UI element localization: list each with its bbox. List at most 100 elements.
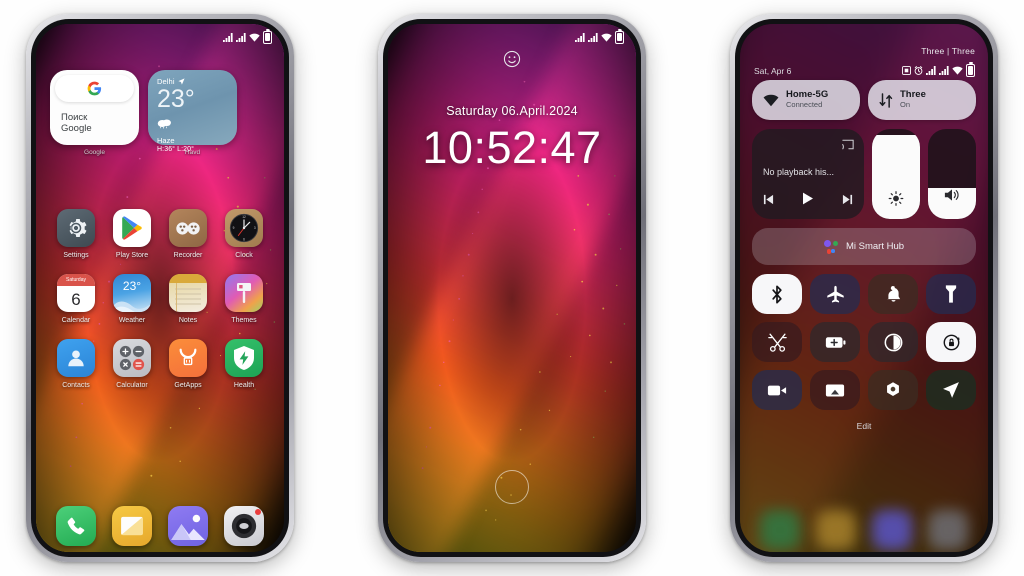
blurred-dock-icon <box>928 510 968 550</box>
smiley-face-icon[interactable] <box>503 50 521 73</box>
airplane-icon <box>826 285 844 303</box>
getapps-icon <box>169 339 207 377</box>
toggle-camera[interactable] <box>868 370 918 410</box>
play-icon[interactable] <box>802 192 814 210</box>
blurred-dock <box>752 510 976 550</box>
camera-icon[interactable] <box>224 506 264 546</box>
signal-bars-icon <box>588 32 598 42</box>
rotation-lock-icon <box>943 334 960 350</box>
skip-next-icon[interactable] <box>842 192 853 210</box>
control-center-status-bar: Sat, Apr 6 <box>754 62 975 77</box>
wifi-icon <box>249 33 260 42</box>
gallery-icon[interactable] <box>168 506 208 546</box>
toggle-location[interactable] <box>926 370 976 410</box>
app-health[interactable]: Health <box>216 339 272 389</box>
google-g-icon <box>87 81 102 96</box>
app-label: Health <box>233 382 255 389</box>
cast-icon[interactable] <box>842 137 854 155</box>
recorder-icon <box>169 209 207 247</box>
fingerprint-icon[interactable] <box>495 470 529 504</box>
app-label: Themes <box>231 317 257 324</box>
google-search-pill[interactable] <box>55 75 134 102</box>
scissors-icon <box>767 333 787 352</box>
home-screen[interactable]: Поиск Google Google Delhi 23° Haze H:36°… <box>36 24 284 552</box>
lock-screen[interactable]: Saturday 06.April.2024 10:52:47 <box>388 24 636 552</box>
phone-bezel: Saturday 06.April.2024 10:52:47 <box>383 19 641 557</box>
phone-device-control-center: Three | Three Sat, Apr 6 Home-5G Connect… <box>730 14 998 562</box>
volume-slider[interactable] <box>928 129 976 219</box>
wifi-icon <box>601 33 612 42</box>
control-center-screen[interactable]: Three | Three Sat, Apr 6 Home-5G Connect… <box>740 24 988 552</box>
signal-bars-icon <box>926 66 936 75</box>
svg-text:6: 6 <box>243 238 245 242</box>
widget-google[interactable]: Поиск Google Google <box>50 70 139 156</box>
app-calculator[interactable]: Calculator <box>104 339 160 389</box>
screen-capture-icon <box>902 66 911 75</box>
edit-button[interactable]: Edit <box>752 421 976 431</box>
google-assistant-icon <box>823 239 838 254</box>
mobile-data-status: On <box>900 100 911 110</box>
toggle-flashlight[interactable] <box>926 274 976 314</box>
svg-text:9: 9 <box>233 226 235 230</box>
app-notes[interactable]: Notes <box>160 274 216 324</box>
battery-icon <box>615 28 624 44</box>
app-label: Recorder <box>173 252 203 259</box>
google-search-label: Поиск Google <box>61 111 92 134</box>
phone-icon[interactable] <box>56 506 96 546</box>
app-label: Play Store <box>115 252 149 259</box>
app-label: Contacts <box>62 382 90 389</box>
app-clock[interactable]: 12 3 6 9 Clock <box>216 209 272 259</box>
home-content: Поиск Google Google Delhi 23° Haze H:36°… <box>36 24 284 552</box>
google-search-widget[interactable]: Поиск Google <box>50 70 139 145</box>
toggle-dark-mode[interactable] <box>868 322 918 362</box>
camera-shutter-icon <box>887 382 899 396</box>
quick-toggle-grid <box>752 274 976 410</box>
smart-hub-bar[interactable]: Mi Smart Hub <box>752 228 976 265</box>
app-label: Notes <box>178 317 198 324</box>
app-calendar[interactable]: Saturday 6 Calendar <box>48 274 104 324</box>
messages-icon[interactable] <box>112 506 152 546</box>
weather-widget[interactable]: Delhi 23° Haze H:36° L:20° <box>148 70 237 153</box>
battery-icon <box>966 62 975 77</box>
bluetooth-icon <box>772 284 782 304</box>
weather-temperature: 23° <box>157 85 195 113</box>
mobile-data-tile[interactable]: Three On <box>868 80 976 120</box>
toggle-rotation-lock[interactable] <box>926 322 976 362</box>
status-bar <box>36 24 284 50</box>
lock-clock: 10:52:47 <box>422 122 602 173</box>
weather-icon-temp: 23° <box>122 279 142 293</box>
toggle-airplane-mode[interactable] <box>810 274 860 314</box>
app-settings[interactable]: Settings <box>48 209 104 259</box>
toggle-ringer[interactable] <box>868 274 918 314</box>
flashlight-icon <box>945 285 957 303</box>
app-getapps[interactable]: GetApps <box>160 339 216 389</box>
blurred-dock-icon <box>872 510 912 550</box>
toggle-screen-record[interactable] <box>752 370 802 410</box>
bell-icon <box>886 285 900 302</box>
location-arrow-icon <box>178 78 185 85</box>
toggle-cast-screen[interactable] <box>810 370 860 410</box>
app-weather[interactable]: 23° Weather <box>104 274 160 324</box>
wifi-tile[interactable]: Home-5G Connected <box>752 80 860 120</box>
app-label: Settings <box>63 252 89 259</box>
calculator-icon <box>113 339 151 377</box>
widget-weather[interactable]: Delhi 23° Haze H:36° L:20° Havd <box>148 70 237 156</box>
mobile-data-icon <box>879 92 893 108</box>
blurred-dock-icon <box>760 510 800 550</box>
app-themes[interactable]: Themes <box>216 274 272 324</box>
wifi-status: Connected <box>786 100 823 110</box>
toggle-bluetooth[interactable] <box>752 274 802 314</box>
toggle-screenshot[interactable] <box>752 322 802 362</box>
dock <box>48 506 272 546</box>
app-label: Calendar <box>61 317 91 324</box>
app-contacts[interactable]: Contacts <box>48 339 104 389</box>
media-player-card[interactable]: No playback his... <box>752 129 864 219</box>
signal-bars-icon <box>939 66 949 75</box>
camera-badge <box>255 509 261 515</box>
toggle-battery-saver[interactable] <box>810 322 860 362</box>
brightness-slider[interactable] <box>872 129 920 219</box>
app-label: Calculator <box>116 382 148 389</box>
app-recorder[interactable]: Recorder <box>160 209 216 259</box>
app-play-store[interactable]: Play Store <box>104 209 160 259</box>
skip-previous-icon[interactable] <box>763 192 774 210</box>
